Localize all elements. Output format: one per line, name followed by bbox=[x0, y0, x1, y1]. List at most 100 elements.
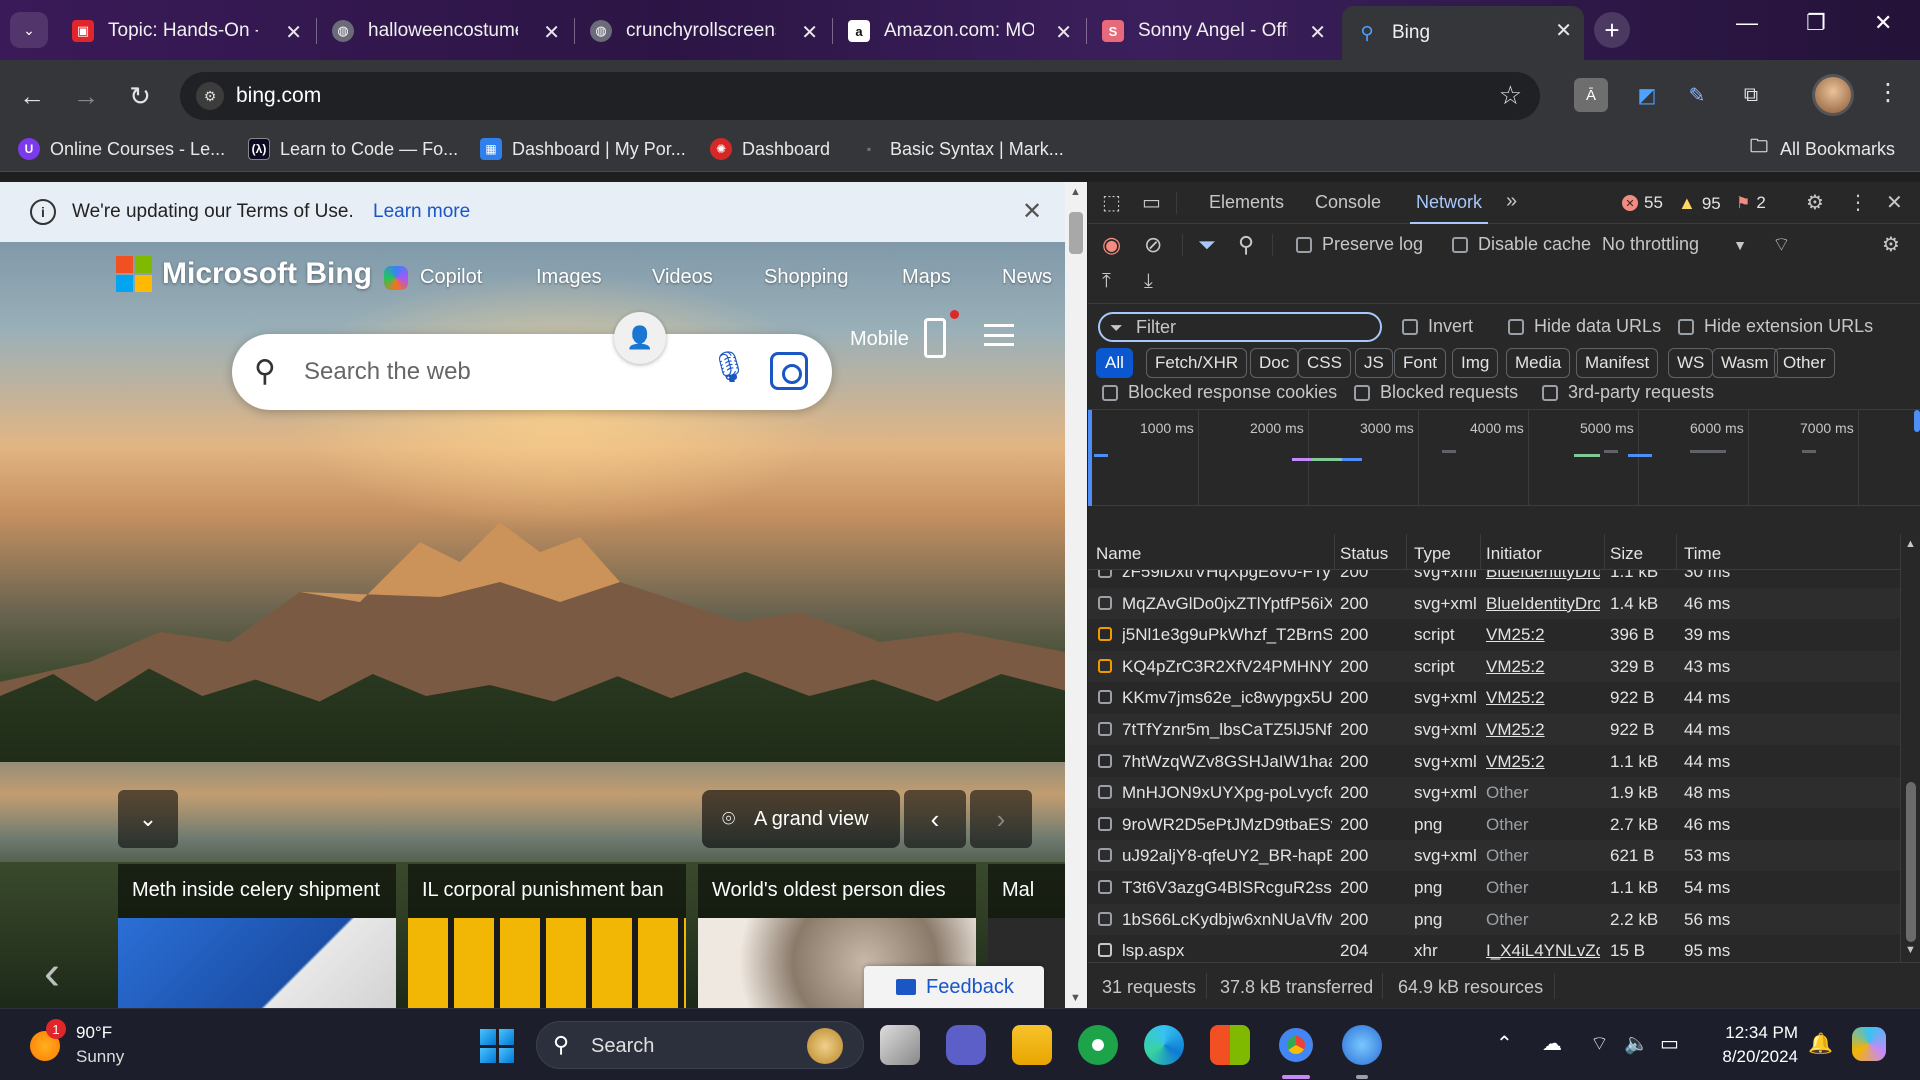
news-card[interactable]: IL corporal punishment ban bbox=[408, 864, 686, 1008]
address-bar[interactable]: ⚙ bing.com ☆ bbox=[180, 72, 1540, 120]
blocked-requests-checkbox[interactable]: Blocked requests bbox=[1354, 382, 1518, 403]
hide-data-urls-checkbox[interactable]: Hide data URLs bbox=[1508, 316, 1661, 337]
export-har-icon[interactable]: ⤓ bbox=[1144, 270, 1153, 293]
bookmark-item[interactable]: U Online Courses - Le... bbox=[18, 138, 225, 160]
request-initiator[interactable]: VM25:2 bbox=[1486, 625, 1600, 645]
table-row[interactable]: 9roWR2D5ePtJMzD9tbaESvO2... 200 png Other 2.… bbox=[1088, 809, 1900, 840]
table-row[interactable]: MnHJON9xUYXpg-poLvycfoc... 200 svg+xml Othe… bbox=[1088, 777, 1900, 809]
tab-console[interactable]: Console bbox=[1315, 192, 1381, 213]
nav-news[interactable]: News bbox=[1002, 266, 1052, 289]
hide-extension-urls-checkbox[interactable]: Hide extension URLs bbox=[1678, 316, 1873, 337]
user-avatar-icon[interactable]: 👤 bbox=[614, 312, 666, 364]
request-initiator[interactable]: I_X4iL4YNLvZcqQc bbox=[1486, 941, 1600, 961]
edge-icon[interactable] bbox=[1144, 1025, 1184, 1065]
warnings-badge[interactable]: ▲ 95 bbox=[1678, 193, 1721, 214]
tab-crunchyroll[interactable]: ◍ crunchyrollscreens ✕ bbox=[576, 8, 830, 54]
hamburger-menu-icon[interactable] bbox=[984, 324, 1014, 346]
bookmark-item[interactable]: (λ) Learn to Code — Fo... bbox=[248, 138, 458, 160]
column-status[interactable]: Status bbox=[1340, 544, 1388, 564]
invert-checkbox[interactable]: Invert bbox=[1402, 316, 1473, 337]
issues-badge[interactable]: ⚑ 2 bbox=[1736, 193, 1766, 213]
column-initiator[interactable]: Initiator bbox=[1486, 544, 1542, 564]
tab-search-button[interactable]: ⌄ bbox=[10, 12, 48, 48]
column-type[interactable]: Type bbox=[1414, 544, 1451, 564]
menu-kebab-icon[interactable]: ⋮ bbox=[1876, 78, 1900, 107]
collapse-button[interactable]: ⌄ bbox=[118, 790, 178, 848]
scrollbar-thumb[interactable] bbox=[1906, 782, 1916, 942]
carousel-left-icon[interactable]: ‹ bbox=[44, 946, 60, 1001]
bookmark-star-icon[interactable]: ☆ bbox=[1499, 80, 1522, 111]
bookmark-item[interactable]: ▦ Dashboard | My Por... bbox=[480, 138, 686, 160]
column-size[interactable]: Size bbox=[1610, 544, 1643, 564]
tab-canvas[interactable]: ▣ Topic: Hands-On - ✕ bbox=[58, 8, 314, 54]
type-filter-css[interactable]: CSS bbox=[1298, 348, 1351, 378]
chrome-icon[interactable] bbox=[1276, 1025, 1316, 1065]
tab-amazon[interactable]: a Amazon.com: MOI ✕ bbox=[834, 8, 1084, 54]
network-settings-icon[interactable]: ⚙ bbox=[1882, 232, 1900, 257]
errors-badge[interactable]: ✕ 55 bbox=[1622, 193, 1663, 213]
news-card[interactable]: Meth inside celery shipment bbox=[118, 864, 396, 1008]
table-row[interactable]: 7tTfYznr5m_lbsCaTZ5lJ5NfMN... 200 svg+xml V… bbox=[1088, 714, 1900, 745]
back-button[interactable]: ← bbox=[12, 76, 52, 116]
onedrive-cloud-icon[interactable]: ☁ bbox=[1542, 1031, 1562, 1056]
column-time[interactable]: Time bbox=[1684, 544, 1721, 564]
request-initiator[interactable]: Other bbox=[1486, 783, 1600, 803]
task-view-icon[interactable] bbox=[880, 1025, 920, 1065]
search-icon[interactable]: ⚲ bbox=[1238, 232, 1254, 258]
type-filter-doc[interactable]: Doc bbox=[1250, 348, 1299, 378]
nav-maps[interactable]: Maps bbox=[902, 266, 951, 289]
close-icon[interactable]: ✕ bbox=[1022, 197, 1042, 226]
battery-icon[interactable]: ▭ bbox=[1660, 1031, 1679, 1056]
weather-temperature[interactable]: 90°F bbox=[76, 1023, 112, 1043]
minimize-icon[interactable]: — bbox=[1736, 10, 1758, 36]
timeline-range-handle-left[interactable] bbox=[1088, 410, 1092, 506]
request-initiator[interactable]: Other bbox=[1486, 815, 1600, 835]
microphone-icon[interactable]: 🎙 bbox=[710, 350, 748, 385]
teams-icon[interactable] bbox=[946, 1025, 986, 1065]
visual-search-icon[interactable] bbox=[770, 352, 808, 390]
previous-image-button[interactable]: ‹ bbox=[904, 790, 966, 848]
tab-bing[interactable]: ⚲ Bing ✕ bbox=[1342, 6, 1584, 60]
close-icon[interactable]: ✕ bbox=[801, 20, 818, 45]
scroll-up-icon[interactable]: ▲ bbox=[1070, 186, 1081, 198]
profile-avatar[interactable] bbox=[1812, 74, 1854, 116]
type-filter-ws[interactable]: WS bbox=[1668, 348, 1714, 378]
import-har-icon[interactable]: ⤒ bbox=[1102, 270, 1111, 293]
extensions-puzzle-icon[interactable]: ⧉ bbox=[1734, 78, 1768, 112]
file-explorer-icon[interactable] bbox=[1012, 1025, 1052, 1065]
close-icon[interactable]: ✕ bbox=[1309, 20, 1326, 45]
scrollbar-thumb[interactable] bbox=[1069, 212, 1083, 254]
start-button[interactable] bbox=[480, 1029, 514, 1063]
mobile-link[interactable]: Mobile bbox=[850, 328, 909, 351]
more-tabs-icon[interactable]: » bbox=[1506, 190, 1517, 213]
window-close-icon[interactable]: ✕ bbox=[1874, 10, 1892, 36]
table-row[interactable]: zF59iDxtrVHqXpgE8v0-FTyEpRI... 200 svg+xml… bbox=[1088, 570, 1900, 587]
request-initiator[interactable]: Other bbox=[1486, 910, 1600, 930]
nav-copilot[interactable]: Copilot bbox=[420, 266, 482, 289]
image-info-button[interactable]: ⌾ A grand view bbox=[702, 790, 900, 848]
bing-logo[interactable]: Microsoft Bing bbox=[116, 256, 372, 292]
column-separator[interactable] bbox=[1406, 534, 1407, 570]
clock-time[interactable]: 12:34 PM bbox=[1718, 1023, 1798, 1043]
device-toolbar-icon[interactable]: ▭ bbox=[1142, 190, 1161, 215]
learn-more-link[interactable]: Learn more bbox=[373, 201, 470, 223]
pen-icon[interactable]: ✎ bbox=[1680, 78, 1714, 112]
throttling-select[interactable]: No throttling ▼ bbox=[1602, 234, 1747, 255]
table-row[interactable]: 7htWzqWZv8GSHJaIW1haas9S... 200 svg+xml VM2… bbox=[1088, 746, 1900, 777]
chevron-up-icon[interactable]: ⌃ bbox=[1496, 1031, 1513, 1056]
type-filter-img[interactable]: Img bbox=[1452, 348, 1499, 378]
taskbar-search[interactable]: ⚲ Search bbox=[536, 1021, 864, 1069]
table-row[interactable]: uJ92aljY8-qfeUY2_BR-hapEKOI... 200 svg+xml… bbox=[1088, 840, 1900, 872]
phone-icon[interactable] bbox=[924, 318, 946, 358]
scroll-down-icon[interactable]: ▼ bbox=[1905, 944, 1916, 956]
copilot-icon[interactable] bbox=[1852, 1027, 1886, 1061]
tab-elements[interactable]: Elements bbox=[1209, 192, 1284, 213]
close-icon[interactable]: ✕ bbox=[1055, 20, 1072, 45]
filter-funnel-icon[interactable]: ⏷ bbox=[1198, 232, 1216, 258]
forward-button[interactable]: → bbox=[66, 76, 106, 116]
column-separator[interactable] bbox=[1334, 534, 1335, 570]
requests-scrollbar[interactable]: ▲ ▼ bbox=[1900, 534, 1920, 962]
site-info-icon[interactable]: ⚙ bbox=[196, 82, 224, 110]
next-image-button[interactable]: › bbox=[970, 790, 1032, 848]
request-initiator[interactable]: Other bbox=[1486, 878, 1600, 898]
